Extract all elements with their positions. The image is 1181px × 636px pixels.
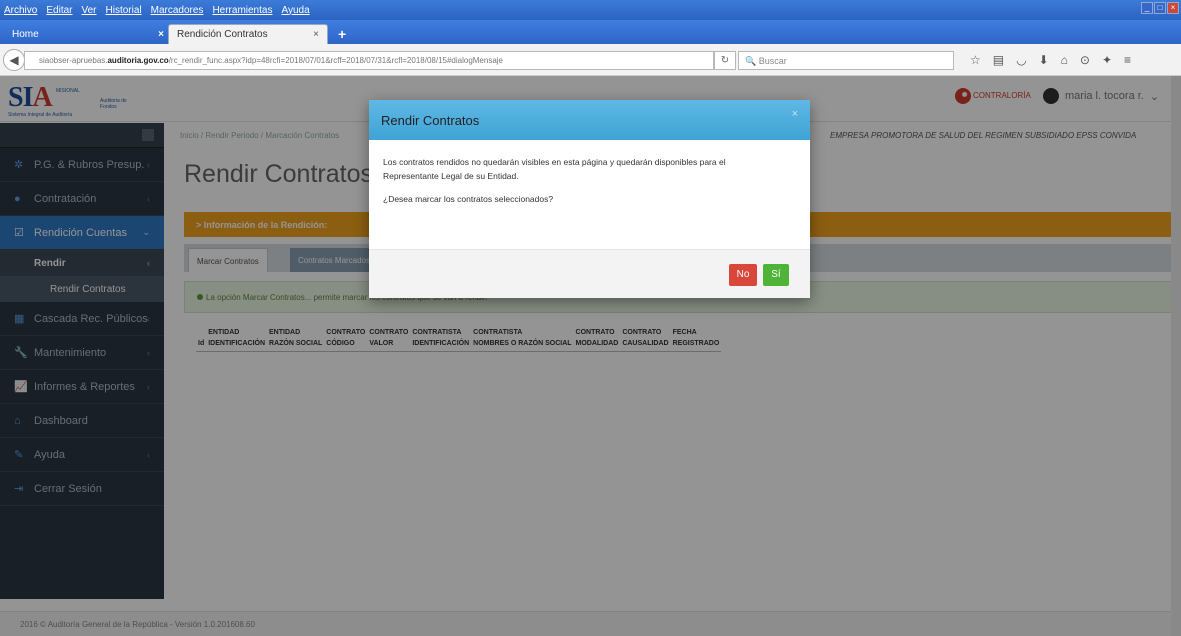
clipboard-icon[interactable]: ▤ (993, 53, 1004, 67)
pocket-icon[interactable]: ◡ (1016, 53, 1026, 67)
download-icon[interactable]: ⬇ (1039, 53, 1049, 67)
app: SIA MISIONAL Auditoria de Fondos Sistema… (0, 76, 1181, 636)
active-tab-label: Rendición Contratos (177, 29, 268, 40)
close-icon[interactable]: × (792, 108, 798, 120)
maximize-icon[interactable]: □ (1154, 2, 1166, 14)
tab-rendicion-contratos[interactable]: Rendición Contratos × (168, 24, 328, 44)
browser-menubar: Archivo Editar Ver Historial Marcadores … (0, 0, 1181, 20)
menu-marcadores[interactable]: Marcadores (151, 5, 204, 16)
bookmark-star-icon[interactable]: ☆ (970, 53, 981, 67)
menu-ayuda[interactable]: Ayuda (281, 5, 309, 16)
sync-icon[interactable]: ⊙ (1080, 53, 1090, 67)
search-placeholder: Buscar (758, 56, 787, 66)
menu-archivo[interactable]: Archivo (4, 5, 37, 16)
home-icon[interactable]: ⌂ (1061, 53, 1068, 67)
confirm-dialog: Rendir Contratos × Los contratos rendido… (369, 100, 810, 298)
close-tab-icon[interactable]: × (313, 29, 319, 40)
tab-home[interactable]: Home × (4, 24, 170, 44)
menu-editar[interactable]: Editar (46, 5, 72, 16)
dialog-body: Los contratos rendidos no quedarán visib… (369, 140, 810, 249)
close-window-icon[interactable]: × (1167, 2, 1179, 14)
browser-navbar: ◀ siaobser-apruebas.auditoria.gov.co/rc_… (0, 44, 1181, 76)
search-input[interactable]: 🔍 Buscar (738, 51, 954, 70)
dialog-question: ¿Desea marcar los contratos seleccionado… (383, 194, 554, 204)
screen: { "browser": { "menu": ["Archivo", "Edit… (0, 0, 1181, 636)
menu-ver[interactable]: Ver (81, 5, 96, 16)
url-bar[interactable]: siaobser-apruebas.auditoria.gov.co/rc_re… (24, 51, 714, 70)
close-tab-icon[interactable]: × (158, 29, 164, 40)
minimize-icon[interactable]: _ (1141, 2, 1153, 14)
dialog-header: Rendir Contratos × (369, 100, 810, 140)
reload-icon[interactable]: ↻ (714, 51, 736, 70)
dialog-message: Los contratos rendidos no quedarán visib… (383, 157, 726, 181)
browser-tabbar: Home × Rendición Contratos × + (0, 20, 1181, 44)
window-controls: _ □ × (1141, 2, 1179, 14)
new-tab-button[interactable]: + (330, 24, 350, 44)
menu-hamburger-icon[interactable]: ≡ (1124, 53, 1131, 67)
browser-toolbar-icons: ☆ ▤ ◡ ⬇ ⌂ ⊙ ✦ ≡ (970, 53, 1131, 67)
menu-historial[interactable]: Historial (106, 5, 142, 16)
yes-button[interactable]: Sí (763, 264, 789, 286)
dialog-title: Rendir Contratos (381, 113, 480, 128)
url-path: /rc_rendir_func.aspx?idp=48rcfi=2018/07/… (168, 56, 503, 65)
url-domain: auditoria.gov.co (107, 56, 169, 65)
url-prefix: siaobser-apruebas. (39, 56, 108, 65)
dialog-footer: No Sí (369, 249, 810, 298)
back-button[interactable]: ◀ (3, 49, 25, 71)
home-tab-label: Home (12, 28, 39, 40)
no-button[interactable]: No (729, 264, 757, 286)
menu-herramientas[interactable]: Herramientas (212, 5, 272, 16)
extension-icon[interactable]: ✦ (1102, 53, 1112, 67)
